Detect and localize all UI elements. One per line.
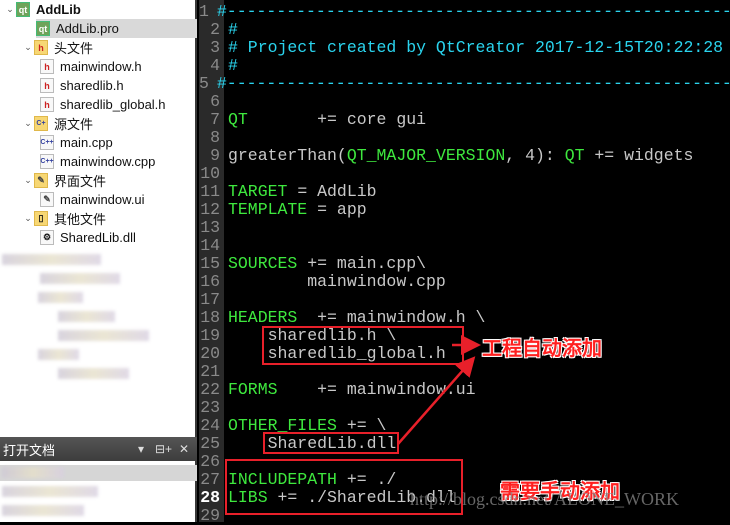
annotation-auto-added: 工程自动添加 bbox=[482, 338, 602, 360]
arrow-dll bbox=[397, 356, 476, 445]
watermark: http://blog.csdn.net/ALONE_WORK bbox=[410, 489, 679, 509]
annotation-arrows bbox=[397, 335, 481, 445]
